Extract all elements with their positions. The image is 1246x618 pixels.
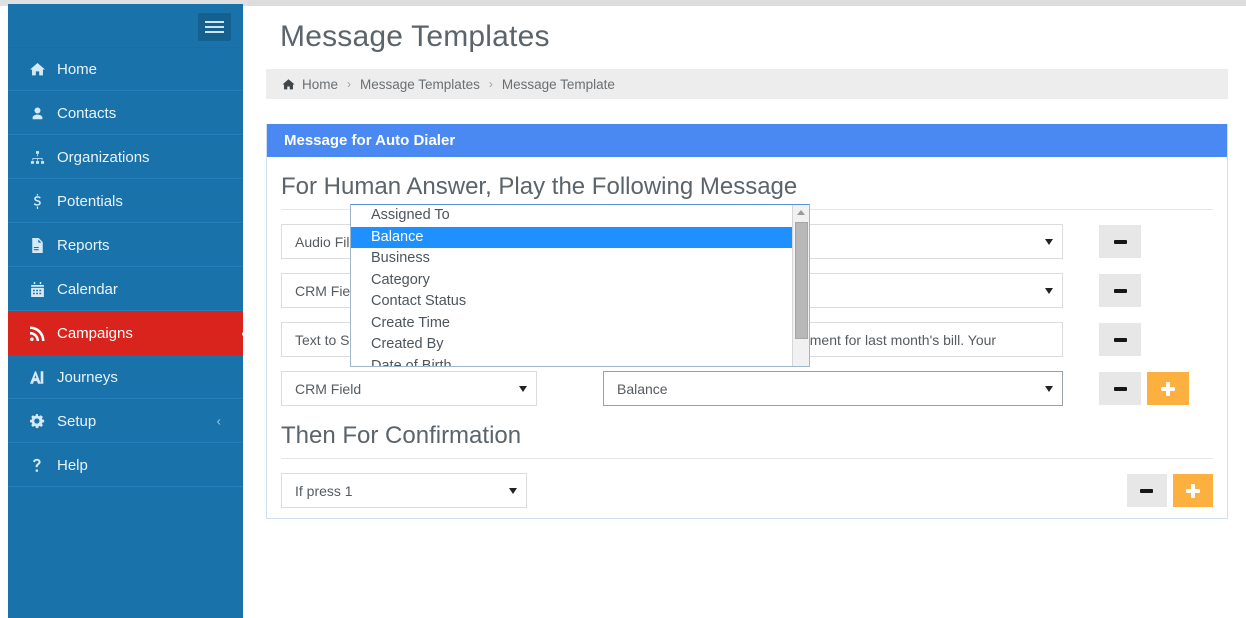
sitemap-icon [26,150,48,165]
sidebar-item-label: Setup [57,412,97,430]
dropdown-option[interactable]: Created By [351,334,792,356]
scrollbar-thumb[interactable] [795,222,808,339]
sidebar-menu: Home Contacts Organizations Potentials Repor… [8,47,251,487]
sidebar-item-label: Help [57,456,88,474]
sidebar-item-label: Calendar [57,280,118,298]
remove-row-button[interactable] [1099,372,1141,405]
user-icon [26,106,48,121]
calendar-icon [26,281,48,297]
sidebar-item-reports[interactable]: Reports [8,223,243,267]
rss-icon [26,325,48,341]
breadcrumb-separator: › [347,77,352,91]
panel-title: Message for Auto Dialer [267,124,1227,157]
chevron-down-icon [1045,385,1053,392]
sidebar-item-campaigns[interactable]: Campaigns [8,311,251,356]
message-type-value: If press 1 [295,482,353,499]
minus-icon [1113,239,1127,244]
gears-icon [26,413,48,429]
message-value: Balance [617,380,668,397]
section-title: For Human Answer, Play the Following Mes… [281,157,1213,210]
journey-icon [26,370,48,385]
remove-row-button[interactable] [1099,323,1141,356]
dropdown-scrollbar[interactable] [792,205,809,366]
sidebar-item-help[interactable]: Help [8,443,243,487]
message-value-select[interactable]: Balance [603,371,1063,406]
plus-icon [1161,381,1175,396]
minus-icon [1113,288,1127,293]
chevron-down-icon [1045,238,1053,245]
question-icon [26,458,48,473]
breadcrumb-current: Message Template [501,76,615,92]
message-type-select[interactable]: If press 1 [281,473,527,508]
minus-icon [1140,488,1154,493]
home-icon [26,62,48,77]
sidebar-item-contacts[interactable]: Contacts [8,91,243,135]
sidebar-item-label: Organizations [57,148,150,166]
sidebar: Home Contacts Organizations Potentials Repor… [8,4,251,618]
minus-icon [1113,337,1127,342]
sidebar-item-label: Home [57,60,98,78]
sidebar-item-setup[interactable]: Setup ‹ [8,399,243,443]
sidebar-item-journeys[interactable]: Journeys [8,355,243,399]
dollar-icon [26,193,48,209]
sidebar-item-calendar[interactable]: Calendar [8,267,243,311]
breadcrumb-home[interactable]: Home [302,77,338,92]
page-title: Message Templates [280,20,550,53]
plus-icon [1186,483,1200,498]
sidebar-item-label: Potentials [57,192,123,210]
file-icon [26,237,48,253]
minus-icon [1113,386,1127,391]
form-row: CRM Field Balance [281,371,1213,406]
add-row-button[interactable] [1172,474,1214,507]
remove-row-button[interactable] [1126,474,1167,507]
dropdown-option[interactable]: Category [351,270,792,292]
breadcrumb-separator: › [488,77,493,91]
dropdown-option[interactable]: Business [351,248,792,270]
crm-field-dropdown-list[interactable]: Assigned To Balance Business Category Contac… [350,204,810,367]
breadcrumb: Home › Message Templates › Message Templ… [266,69,1228,99]
chevron-left-icon: ‹ [216,413,221,429]
sidebar-item-label: Journeys [57,368,118,386]
dropdown-option[interactable]: Balance [351,226,792,248]
section-title: Then For Confirmation [281,406,1213,459]
remove-row-button[interactable] [1099,225,1141,258]
message-type-select[interactable]: CRM Field [281,371,537,406]
form-row: If press 1 [281,473,1214,508]
sidebar-item-home[interactable]: Home [8,47,243,91]
dropdown-option[interactable]: Contact Status [351,291,792,313]
message-type-value: CRM Field [295,380,362,397]
dropdown-option[interactable]: Assigned To [351,205,792,227]
hamburger-menu-icon[interactable] [198,13,231,41]
sidebar-item-potentials[interactable]: Potentials [8,179,243,223]
sidebar-item-organizations[interactable]: Organizations [8,135,243,179]
sidebar-item-label: Reports [57,236,110,254]
dropdown-option[interactable]: Date of Birth [351,356,792,367]
remove-row-button[interactable] [1099,274,1141,307]
home-icon [282,78,295,91]
chevron-down-icon [519,385,527,392]
chevron-down-icon [508,487,517,494]
application-window: Home Contacts Organizations Potentials Repor… [0,0,1246,618]
breadcrumb-message-templates[interactable]: Message Templates [360,77,480,92]
add-row-button[interactable] [1147,372,1189,405]
scroll-up-arrow-icon[interactable] [793,205,809,220]
chevron-down-icon [1045,287,1053,294]
message-type-value: Audio File [295,233,358,250]
dropdown-option[interactable]: Create Time [351,313,792,335]
sidebar-item-label: Contacts [57,104,117,122]
sidebar-item-label: Campaigns [57,324,133,342]
